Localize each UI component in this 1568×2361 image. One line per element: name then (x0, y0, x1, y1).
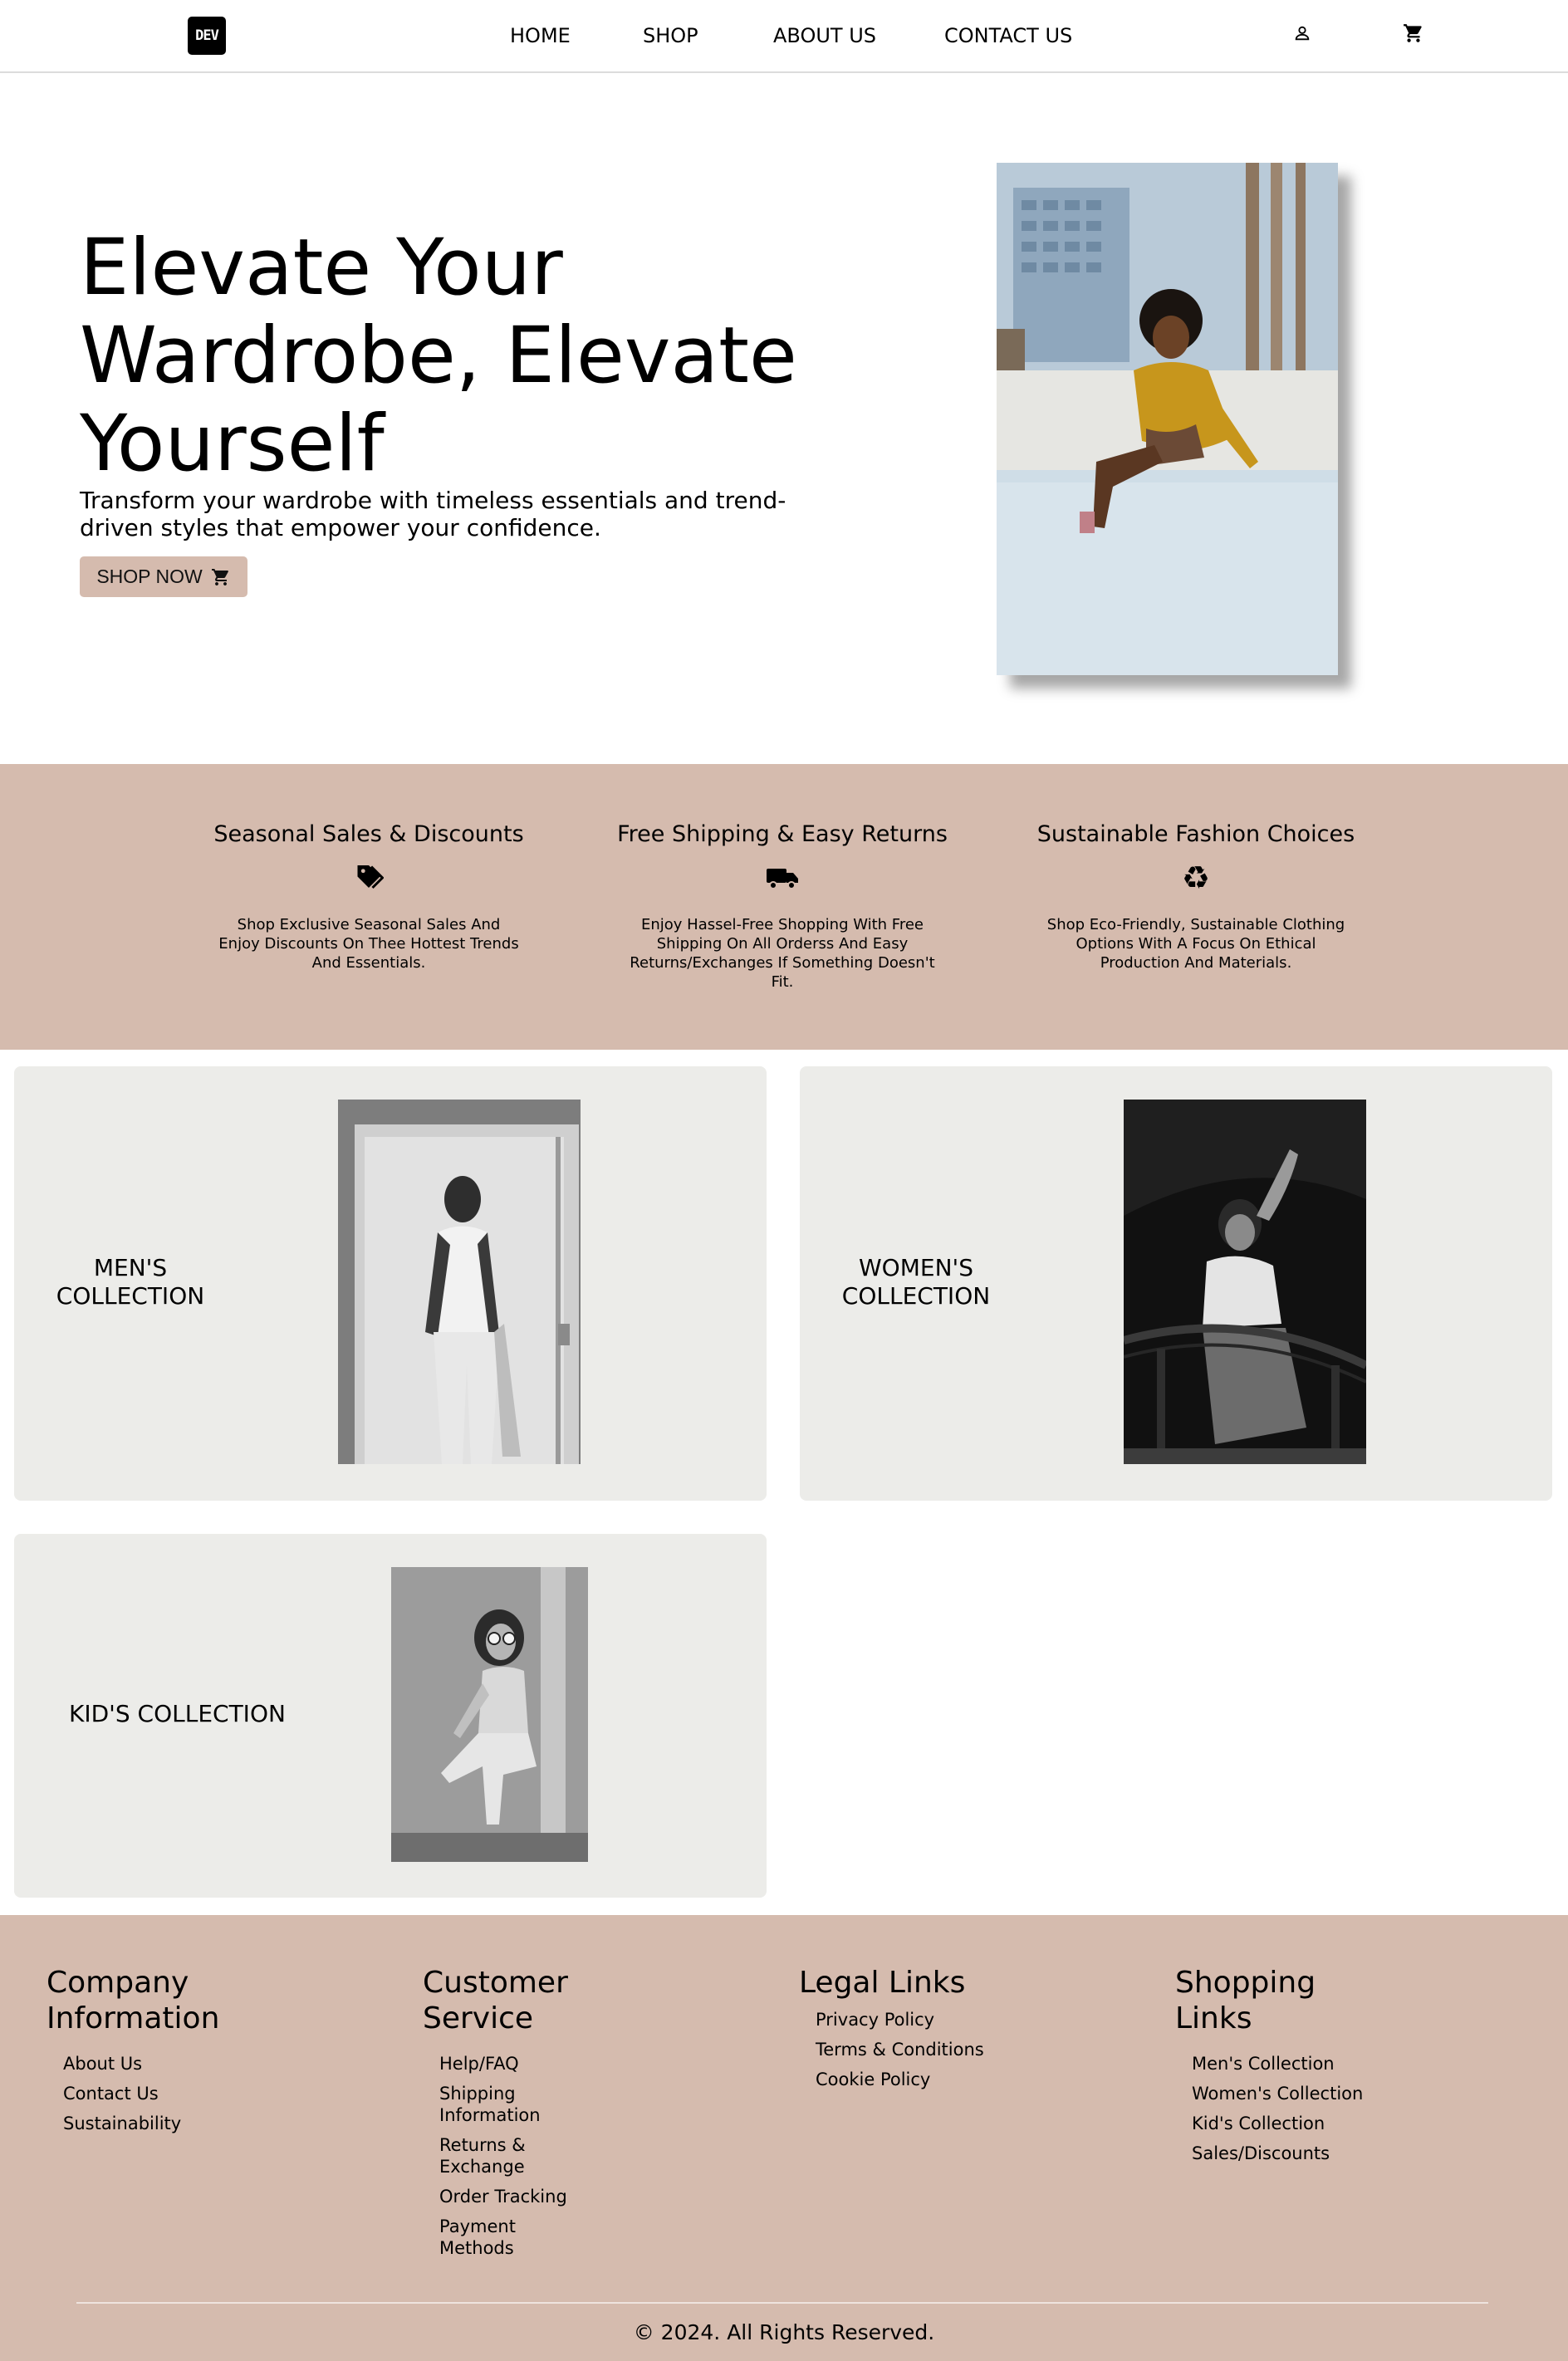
footer-link-returns-exchange[interactable]: Returns & Exchange (439, 2134, 589, 2177)
truck-icon (616, 859, 948, 897)
feature-title: Seasonal Sales & Discounts (213, 821, 524, 847)
footer-link-payment-methods[interactable]: Payment Methods (439, 2216, 589, 2259)
footer-column-title: Customer Service (423, 1966, 568, 2035)
footer-link-about-us[interactable]: About Us (63, 2053, 321, 2074)
footer-link-shipping-information[interactable]: Shipping Information (439, 2083, 589, 2126)
footer-link-mens-collection[interactable]: Men's Collection (1192, 2053, 1366, 2074)
hero-subtitle: Transform your wardrobe with timeless es… (80, 487, 786, 541)
cart-icon (211, 568, 228, 585)
cart-icon[interactable] (1400, 20, 1427, 47)
feature-title: Sustainable Fashion Choices (1036, 821, 1355, 847)
hero-image (997, 163, 1338, 675)
feature-sustainable: Sustainable Fashion Choices ♻ Shop Eco-F… (1030, 820, 1362, 972)
nav-link-contact-us[interactable]: CONTACT US (944, 23, 1072, 48)
footer-column-company: Company Information About Us Contact Us … (47, 1965, 321, 2143)
footer-column-customer-service: Customer Service Help/FAQ Shipping Infor… (423, 1965, 647, 2267)
footer: Company Information About Us Contact Us … (0, 1915, 1568, 2361)
feature-text: Shop Eco-Friendly, Sustainable Clothing … (1046, 916, 1345, 972)
footer-link-help-faq[interactable]: Help/FAQ (439, 2053, 589, 2074)
nav-link-about-us[interactable]: ABOUT US (773, 23, 876, 48)
user-icon[interactable] (1289, 20, 1316, 47)
footer-column-title: Shopping Links (1175, 1966, 1316, 2035)
footer-link-order-tracking[interactable]: Order Tracking (439, 2186, 589, 2207)
feature-text: Enjoy Hassel-Free Shopping With Free Shi… (630, 916, 935, 991)
footer-link-cookie-policy[interactable]: Cookie Policy (816, 2069, 1073, 2090)
footer-link-contact-us[interactable]: Contact Us (63, 2083, 321, 2104)
footer-column-title: Legal Links (799, 1966, 966, 2000)
feature-seasonal-sales: Seasonal Sales & Discounts Shop Exclusiv… (203, 820, 535, 972)
navbar: DEV HOME SHOP ABOUT US CONTACT US (0, 0, 1568, 73)
footer-link-womens-collection[interactable]: Women's Collection (1192, 2083, 1366, 2104)
nav-link-shop[interactable]: SHOP (643, 23, 698, 48)
mens-collection-card[interactable]: MEN'S COLLECTION (14, 1066, 767, 1501)
kids-collection-label: KID'S COLLECTION (69, 1700, 286, 1727)
recycle-icon: ♻ (1181, 860, 1211, 896)
logo[interactable]: DEV (188, 17, 226, 55)
shop-now-label: SHOP NOW (96, 566, 203, 587)
tag-icon (203, 859, 535, 897)
womens-collection-label: WOMEN'S COLLECTION (841, 1254, 991, 1310)
footer-link-kids-collection[interactable]: Kid's Collection (1192, 2113, 1366, 2134)
nav-link-home[interactable]: HOME (510, 23, 571, 48)
womens-collection-image (1124, 1100, 1366, 1464)
footer-link-sales-discounts[interactable]: Sales/Discounts (1192, 2143, 1366, 2164)
footer-link-terms-conditions[interactable]: Terms & Conditions (816, 2039, 1073, 2060)
mens-collection-image (338, 1100, 581, 1464)
shop-now-button[interactable]: SHOP NOW (80, 556, 247, 597)
feature-text: Shop Exclusive Seasonal Sales And Enjoy … (218, 916, 519, 972)
feature-free-shipping: Free Shipping & Easy Returns Enjoy Hasse… (616, 820, 948, 992)
feature-title: Free Shipping & Easy Returns (617, 821, 948, 847)
footer-column-legal: Legal Links Privacy Policy Terms & Condi… (799, 1965, 1073, 2099)
kids-collection-image (391, 1567, 588, 1862)
kids-collection-card[interactable]: KID'S COLLECTION (14, 1534, 767, 1898)
footer-link-sustainability[interactable]: Sustainability (63, 2113, 321, 2134)
copyright-text: © 2024. All Rights Reserved. (633, 2320, 935, 2344)
womens-collection-card[interactable]: WOMEN'S COLLECTION (800, 1066, 1552, 1501)
footer-column-title: Company Information (47, 1966, 220, 2035)
footer-link-privacy-policy[interactable]: Privacy Policy (816, 2009, 1073, 2030)
footer-divider (76, 2302, 1488, 2304)
mens-collection-label: MEN'S COLLECTION (56, 1254, 205, 1310)
hero-title: Elevate Your Wardrobe, Elevate Yourself (80, 223, 797, 489)
footer-column-shopping: Shopping Links Men's Collection Women's … (1175, 1965, 1366, 2172)
features-band: Seasonal Sales & Discounts Shop Exclusiv… (0, 764, 1568, 1050)
